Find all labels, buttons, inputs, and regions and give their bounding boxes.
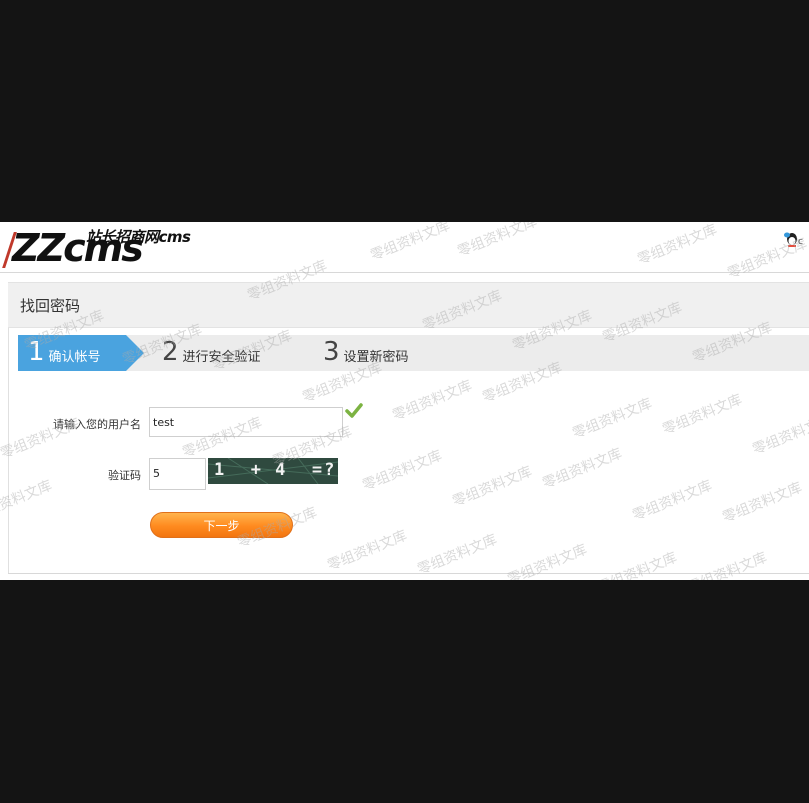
- watermark: 零组资料文库: [415, 531, 500, 579]
- page-title: 找回密码: [20, 297, 81, 315]
- username-label: 请输入您的用户名: [53, 418, 141, 431]
- title-bar: 找回密码: [8, 282, 809, 328]
- captcha-row: 验证码 5 1 + 4 =?: [0, 458, 809, 490]
- step-number: 2: [162, 337, 179, 367]
- step-label: 确认帐号: [48, 350, 101, 365]
- site-header: ZZcms 站长招商网cms c: [0, 222, 809, 272]
- browser-screenshot: ZZcms 站长招商网cms c 找回密码 1 确认帐号 2 进行安全验证 3: [0, 222, 809, 580]
- step-1: 1 确认帐号: [18, 335, 144, 371]
- check-icon: [345, 403, 363, 419]
- captcha-input[interactable]: 5: [149, 458, 206, 490]
- watermark: 零组资料文库: [595, 549, 680, 580]
- step-label: 进行安全验证: [182, 350, 261, 365]
- captcha-image[interactable]: 1 + 4 =?: [208, 458, 338, 484]
- header-divider: [0, 272, 809, 273]
- svg-text:c: c: [798, 237, 803, 247]
- username-input[interactable]: test: [149, 407, 343, 437]
- username-row: 请输入您的用户名 test: [0, 403, 809, 439]
- watermark: 零组资料文库: [685, 549, 770, 580]
- step-progress: 1 确认帐号 2 进行安全验证 3 设置新密码: [18, 335, 809, 371]
- qq-icon[interactable]: c: [783, 230, 807, 250]
- next-step-button[interactable]: 下一步: [150, 512, 293, 538]
- step-2: 2 进行安全验证: [162, 335, 261, 371]
- content-bottom-border: [8, 573, 809, 574]
- step-number: 3: [323, 337, 340, 367]
- logo-sub-text: 站长招商网cms: [86, 228, 191, 246]
- watermark: 零组资料文库: [325, 527, 410, 575]
- site-logo[interactable]: ZZcms 站长招商网cms: [2, 224, 208, 272]
- step-label: 设置新密码: [343, 350, 409, 365]
- step-number: 1: [28, 337, 45, 367]
- captcha-label: 验证码: [108, 469, 141, 482]
- captcha-text: 1 + 4 =?: [214, 460, 337, 480]
- step-3: 3 设置新密码: [323, 335, 409, 371]
